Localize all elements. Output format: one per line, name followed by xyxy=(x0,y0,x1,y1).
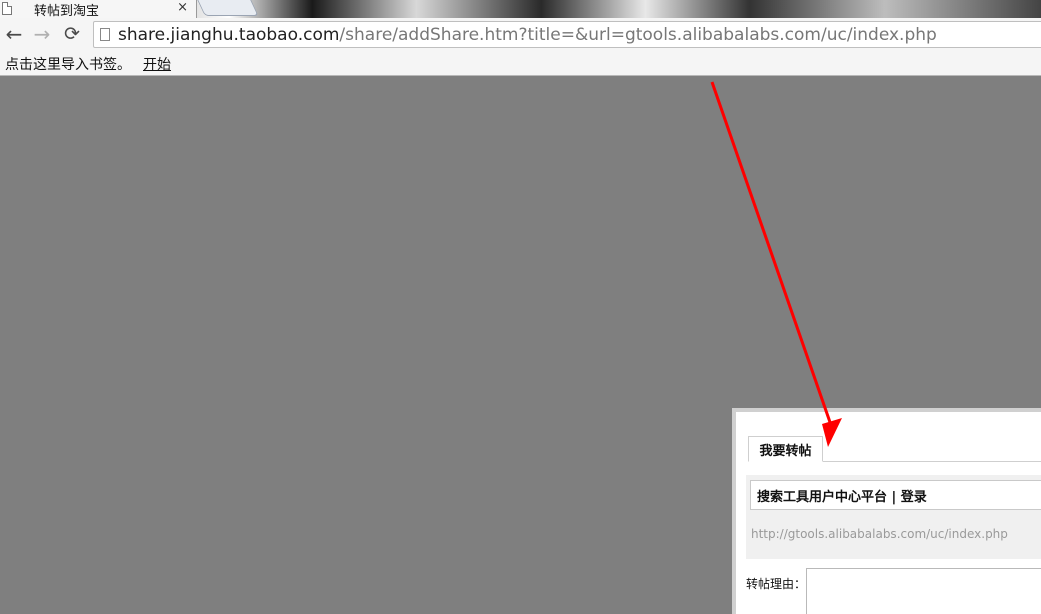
dialog-tabbar: 我要转帖 xyxy=(748,436,1041,462)
page-icon xyxy=(100,28,110,41)
share-dialog: 我要转帖 搜索工具用户中心平台 | 登录 http://gtools.aliba… xyxy=(732,408,1041,614)
forward-icon[interactable]: → xyxy=(32,24,52,44)
address-bar[interactable]: share.jianghu.taobao.com/share/addShare.… xyxy=(93,21,1041,48)
share-title-field[interactable]: 搜索工具用户中心平台 | 登录 xyxy=(750,480,1041,510)
bookmarks-start-link[interactable]: 开始 xyxy=(143,54,171,74)
back-icon[interactable]: ← xyxy=(4,24,24,44)
address-path: /share/addShare.htm?title=&url=gtools.al… xyxy=(339,24,937,45)
arrow-shaft xyxy=(710,81,834,429)
share-url: http://gtools.alibabalabs.com/uc/index.p… xyxy=(751,527,1008,541)
tab-strip: 转帖到淘宝 × xyxy=(0,0,1041,19)
browser-toolbar: ← → ⟳ share.jianghu.taobao.com/share/add… xyxy=(0,18,1041,52)
new-tab-button[interactable] xyxy=(197,0,259,16)
browser-tab[interactable]: 转帖到淘宝 × xyxy=(0,0,197,19)
address-host: share.jianghu.taobao.com xyxy=(118,24,340,45)
tab-title: 转帖到淘宝 xyxy=(34,3,100,19)
page-icon xyxy=(2,2,12,15)
close-icon[interactable]: × xyxy=(177,0,188,15)
tab-share[interactable]: 我要转帖 xyxy=(748,436,823,462)
reload-icon[interactable]: ⟳ xyxy=(62,24,82,44)
reason-label: 转帖理由： xyxy=(746,577,807,591)
address-url: share.jianghu.taobao.com/share/addShare.… xyxy=(118,25,937,45)
bookmarks-bar: 点击这里导入书签。 开始 xyxy=(0,52,1041,76)
reason-textarea[interactable] xyxy=(806,568,1041,614)
bookmarks-hint: 点击这里导入书签。 xyxy=(5,56,131,73)
share-info-box: 搜索工具用户中心平台 | 登录 http://gtools.alibabalab… xyxy=(746,475,1041,559)
